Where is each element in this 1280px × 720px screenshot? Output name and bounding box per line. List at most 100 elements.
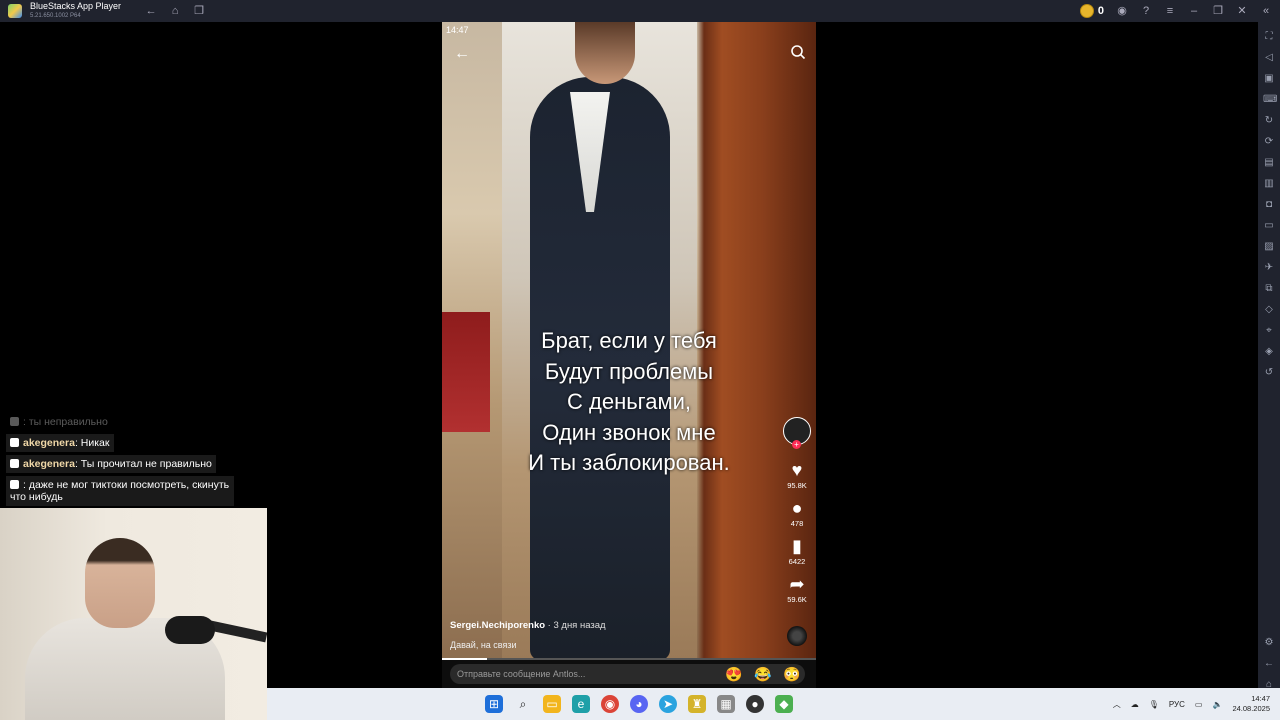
- comment-button[interactable]: ● 478: [782, 499, 812, 528]
- clock-time: 14:47: [1251, 694, 1270, 703]
- message-bar: Отправьте сообщение Antlos... 😍 😂 😳: [442, 660, 816, 688]
- caption-line: С деньгами,: [567, 389, 691, 414]
- emoji-flushed[interactable]: 😳: [783, 664, 800, 684]
- settings-icon[interactable]: ⚙: [1263, 637, 1275, 649]
- record-icon[interactable]: ▭: [1263, 220, 1275, 232]
- obs-icon[interactable]: ●: [746, 695, 764, 713]
- windows-taskbar: ⊞ ⌕ ▭ e ◉ ◕ ➤ ♜ ▦ ● ◆ ︿ ☁ 🎙 РУС ▭ 🔈 14:4…: [267, 688, 1280, 720]
- tray-mic-icon[interactable]: 🎙: [1149, 700, 1159, 709]
- comment-icon: ●: [791, 498, 803, 518]
- share-button[interactable]: ➦ 59.6K: [782, 575, 812, 604]
- rotate-icon[interactable]: ↻: [1263, 115, 1275, 127]
- chat-text: : даже не мог тиктоки посмотреть, скинут…: [10, 479, 230, 503]
- gallery-icon[interactable]: ▨: [1263, 241, 1275, 253]
- chat-message: : ты неправильно: [6, 413, 112, 431]
- follow-plus-icon[interactable]: +: [792, 440, 801, 449]
- back-arrow-icon[interactable]: ←: [454, 45, 470, 63]
- twitch-icon: [10, 459, 19, 468]
- author-avatar[interactable]: +: [783, 417, 811, 449]
- message-input[interactable]: Отправьте сообщение Antlos...: [450, 664, 805, 684]
- tiktok-video-player[interactable]: 14:47 ← Брат, если у тебя Будут проблемы…: [442, 22, 816, 660]
- discord-icon[interactable]: ◕: [630, 695, 648, 713]
- caption-line: Брат, если у тебя: [541, 328, 717, 353]
- performance-icon[interactable]: ▥: [1263, 178, 1275, 190]
- webcam-overlay: [0, 508, 267, 720]
- tray-display-icon[interactable]: ▭: [1195, 700, 1203, 709]
- taskbar-search-icon[interactable]: ⌕: [514, 695, 532, 713]
- file-explorer-icon[interactable]: ▭: [543, 695, 561, 713]
- status-time: 14:47: [446, 25, 469, 35]
- twitch-icon: [10, 438, 19, 447]
- app-title: BlueStacks App Player 5.21.650.1002 P64: [30, 1, 121, 21]
- edge-icon[interactable]: e: [572, 695, 590, 713]
- music-disc-icon[interactable]: [787, 626, 807, 646]
- app-version: 5.21.650.1002 P64: [30, 13, 81, 19]
- minimize-icon[interactable]: –: [1188, 5, 1200, 17]
- collapse-sidebar-icon[interactable]: «: [1260, 5, 1272, 17]
- tray-chevron-icon[interactable]: ︿: [1113, 699, 1121, 710]
- media-icon[interactable]: ▣: [1263, 73, 1275, 85]
- taskbar-clock[interactable]: 14:47 24.08.2025: [1232, 694, 1270, 714]
- window-manager-icon[interactable]: ▦: [717, 695, 735, 713]
- bluestacks-sidebar: ⛶ ◁ ▣ ⌨ ↻ ⟳ ▤ ▥ ◘ ▭ ▨ ✈ ⧉ ◇ ⌖ ◈ ↺ ⚙ ← ⌂ …: [1258, 22, 1280, 720]
- layers-icon[interactable]: ◈: [1263, 346, 1275, 358]
- back-icon[interactable]: ←: [145, 5, 157, 17]
- save-button[interactable]: ▮ 6422: [782, 537, 812, 566]
- language-indicator[interactable]: РУС: [1169, 700, 1185, 709]
- multi-instance-icon[interactable]: ⧉: [1263, 283, 1275, 295]
- author-line: Sergei.Nechiporenko · 3 дня назад: [450, 620, 606, 631]
- screenshot-icon[interactable]: ◘: [1263, 199, 1275, 211]
- chat-user: akegenera: [23, 458, 75, 470]
- menu-icon[interactable]: ≡: [1164, 5, 1176, 17]
- location-icon[interactable]: ⌖: [1263, 325, 1275, 337]
- author-name[interactable]: Sergei.Nechiporenko: [450, 620, 545, 631]
- refresh-icon[interactable]: ↺: [1263, 367, 1275, 379]
- keyboard-icon[interactable]: ⌨: [1263, 94, 1277, 106]
- chrome-icon[interactable]: ◉: [601, 695, 619, 713]
- eco-mode-icon[interactable]: ◇: [1263, 304, 1275, 316]
- telegram-icon[interactable]: ➤: [659, 695, 677, 713]
- help-icon[interactable]: ?: [1140, 5, 1152, 17]
- video-description: Давай, на связи: [450, 640, 517, 650]
- fullscreen-icon[interactable]: ⛶: [1263, 31, 1275, 43]
- caption-line: Будут проблемы: [544, 358, 714, 384]
- home-icon[interactable]: ⌂: [169, 5, 181, 17]
- sidebar-back-icon[interactable]: ←: [1263, 658, 1275, 670]
- save-count: 6422: [788, 557, 806, 566]
- chat-text: : Ты прочитал не правильно: [74, 458, 212, 470]
- action-rail: + ♥ 95.8K ● 478 ▮ 6422 ➦ 59.6K: [782, 417, 812, 604]
- posted-time: · 3 дня назад: [547, 620, 606, 631]
- share-arrow-icon: ➦: [789, 574, 805, 594]
- share-count: 59.6K: [787, 595, 807, 604]
- recent-apps-icon[interactable]: ❐: [193, 5, 205, 17]
- coin-icon[interactable]: [1079, 4, 1094, 18]
- volume-icon[interactable]: ◁: [1263, 52, 1275, 64]
- app-lock-icon[interactable]: ♜: [688, 695, 706, 713]
- like-button[interactable]: ♥ 95.8K: [782, 461, 812, 490]
- tray-volume-icon[interactable]: 🔈: [1212, 700, 1222, 709]
- twitch-icon: [10, 417, 19, 426]
- emoji-heart-eyes[interactable]: 😍: [725, 664, 742, 684]
- coin-count: 0: [1097, 5, 1104, 17]
- clock-date: 24.08.2025: [1232, 704, 1270, 713]
- macro-icon[interactable]: ▤: [1263, 157, 1275, 169]
- chat-message: akegenera: Никак: [6, 434, 114, 452]
- video-head: [575, 22, 635, 84]
- emoji-laughing[interactable]: 😂: [754, 664, 771, 684]
- chat-text: : Никак: [74, 437, 110, 449]
- search-icon[interactable]: [790, 44, 806, 60]
- microphone-icon: [165, 616, 215, 644]
- caption-line: И ты заблокирован.: [528, 450, 730, 475]
- heart-icon: ♥: [791, 460, 803, 480]
- sync-icon[interactable]: ⟳: [1263, 136, 1275, 148]
- account-icon[interactable]: ◉: [1116, 5, 1128, 17]
- close-icon[interactable]: ✕: [1236, 5, 1248, 17]
- restore-icon[interactable]: ❐: [1212, 5, 1224, 17]
- android-status-bar: 14:47: [446, 25, 469, 35]
- caption-line: Один звонок мне: [542, 419, 716, 445]
- tray-network-icon[interactable]: ☁: [1131, 700, 1139, 709]
- airplane-icon[interactable]: ✈: [1263, 262, 1275, 274]
- like-count: 95.8K: [787, 481, 807, 490]
- bluestacks-taskbar-icon[interactable]: ◆: [775, 695, 793, 713]
- windows-start-icon[interactable]: ⊞: [485, 695, 503, 713]
